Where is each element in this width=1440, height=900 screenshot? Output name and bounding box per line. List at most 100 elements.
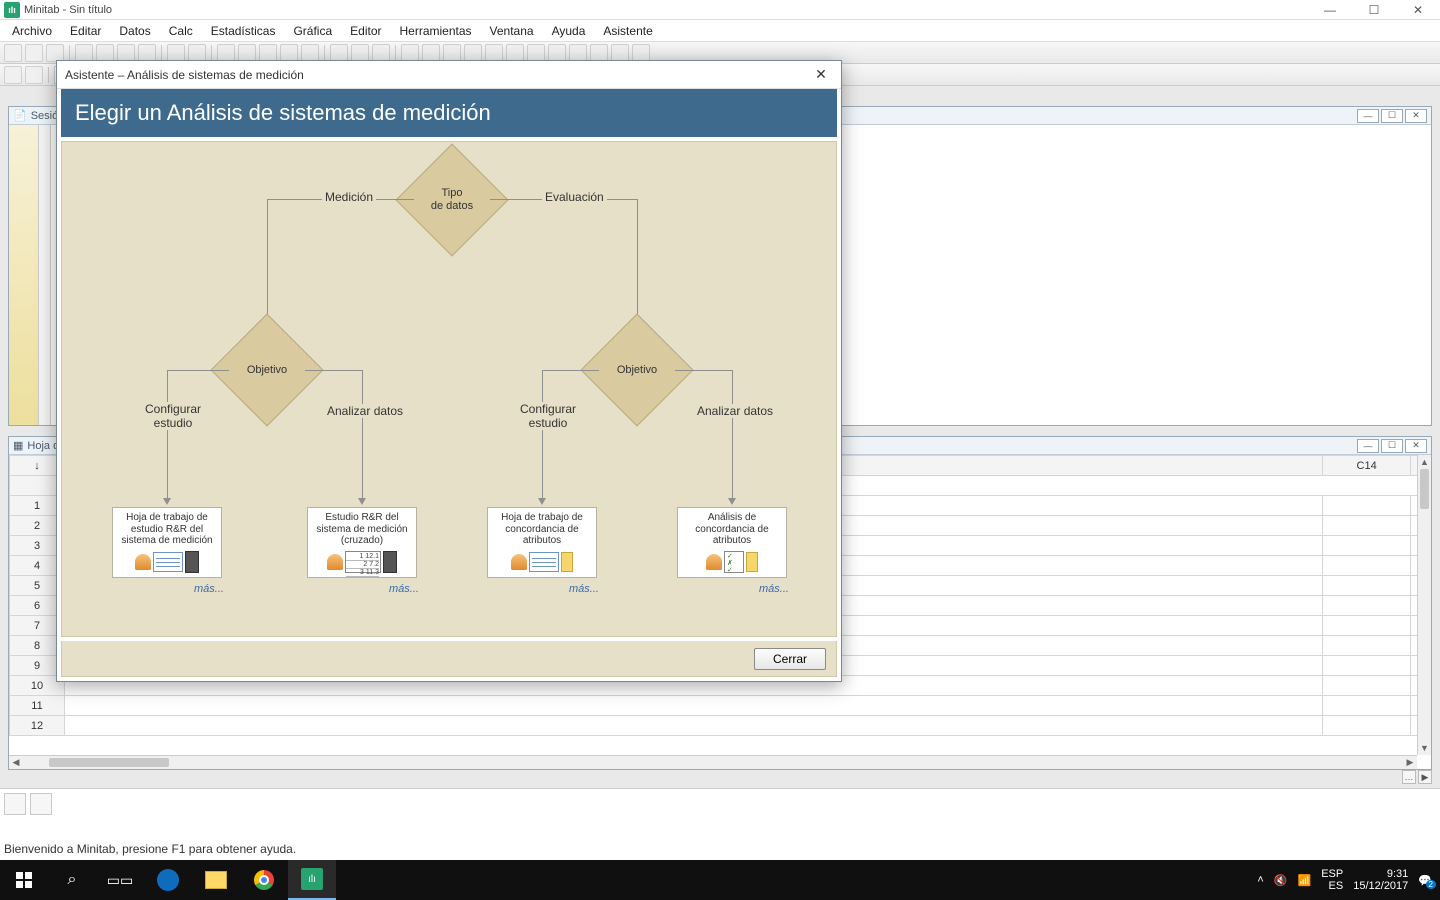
toolbar-button[interactable] — [4, 66, 22, 84]
sheet-icon — [153, 552, 183, 572]
toolbar-button[interactable] — [46, 44, 64, 62]
option-label: Hoja de trabajo de concordancia de atrib… — [492, 512, 592, 547]
toolbar-button[interactable] — [280, 44, 298, 62]
toolbar-button[interactable] — [138, 44, 156, 62]
menu-datos[interactable]: Datos — [111, 22, 158, 40]
menu-asistente[interactable]: Asistente — [595, 22, 660, 40]
menu-bar: Archivo Editar Datos Calc Estadísticas G… — [0, 20, 1440, 42]
diamond-objetivo-right: Objetivo — [597, 330, 677, 410]
menu-editar[interactable]: Editar — [62, 22, 109, 40]
toolbar-button[interactable] — [217, 44, 235, 62]
toolbar-button[interactable] — [238, 44, 256, 62]
sheet-nav[interactable]: …▶ — [1402, 770, 1432, 784]
taskbar-edge-icon[interactable] — [144, 860, 192, 900]
dialog-banner-text: Elegir un Análisis de sistemas de medici… — [75, 100, 491, 126]
worksheet-window-icon: ▦ — [13, 439, 23, 452]
option-label: Análisis de concordancia de atributos — [682, 512, 782, 547]
toolbar-button[interactable] — [611, 44, 629, 62]
session-gutter — [39, 125, 51, 425]
toolbar-button[interactable] — [569, 44, 587, 62]
person-icon — [327, 554, 343, 570]
session-close-button[interactable]: ✕ — [1405, 109, 1427, 123]
toolbar-button[interactable] — [443, 44, 461, 62]
clipboard-icon — [746, 552, 758, 572]
tray-language[interactable]: ESPES — [1321, 868, 1343, 892]
menu-calc[interactable]: Calc — [161, 22, 201, 40]
menu-herramientas[interactable]: Herramientas — [392, 22, 480, 40]
close-button[interactable]: ✕ — [1396, 0, 1440, 20]
option-rr-worksheet[interactable]: Hoja de trabajo de estudio R&R del siste… — [112, 507, 222, 578]
toolbar-button[interactable] — [301, 44, 319, 62]
menu-grafica[interactable]: Gráfica — [285, 22, 340, 40]
menu-ventana[interactable]: Ventana — [482, 22, 542, 40]
toolbar-button[interactable] — [422, 44, 440, 62]
menu-ayuda[interactable]: Ayuda — [544, 22, 594, 40]
sheet-icon — [529, 552, 559, 572]
more-link-3[interactable]: más... — [759, 583, 789, 595]
project-icon[interactable] — [4, 793, 26, 815]
tray-notifications-icon[interactable]: 💬2 — [1418, 874, 1432, 887]
toolbar-button[interactable] — [117, 44, 135, 62]
minimize-button[interactable]: — — [1308, 0, 1352, 20]
maximize-button[interactable]: ☐ — [1352, 0, 1396, 20]
worksheet-vscroll[interactable]: ▲▼ — [1417, 455, 1431, 755]
menu-archivo[interactable]: Archivo — [4, 22, 60, 40]
session-min-button[interactable]: — — [1357, 109, 1379, 123]
dialog-close-action-button[interactable]: Cerrar — [754, 648, 826, 670]
taskbar-minitab-icon[interactable]: ılı — [288, 860, 336, 900]
more-link-2[interactable]: más... — [569, 583, 599, 595]
toolbar-button[interactable] — [590, 44, 608, 62]
toolbar-button[interactable] — [259, 44, 277, 62]
toolbar-button[interactable] — [548, 44, 566, 62]
toolbar-button[interactable] — [527, 44, 545, 62]
system-tray[interactable]: ˄ 🔇 📶 ESPES 9:3115/12/2017 💬2 — [1257, 868, 1440, 892]
person-icon — [706, 554, 722, 570]
toolbar-button[interactable] — [96, 44, 114, 62]
project-icon[interactable] — [30, 793, 52, 815]
worksheet-close-button[interactable]: ✕ — [1405, 439, 1427, 453]
toolbar-button[interactable] — [401, 44, 419, 62]
more-link-0[interactable]: más... — [194, 583, 224, 595]
tray-chevron-icon[interactable]: ˄ — [1257, 874, 1263, 886]
dialog-close-button[interactable]: ✕ — [809, 65, 833, 85]
worksheet-max-button[interactable]: ☐ — [1381, 439, 1403, 453]
toolbar-button[interactable] — [372, 44, 390, 62]
menu-estadisticas[interactable]: Estadísticas — [203, 22, 284, 40]
toolbar-button[interactable] — [464, 44, 482, 62]
toolbar-button[interactable] — [632, 44, 650, 62]
taskbar-search-icon[interactable]: ⌕ — [48, 860, 96, 900]
worksheet-min-button[interactable]: — — [1357, 439, 1379, 453]
toolbar-button[interactable] — [25, 66, 43, 84]
toolbar-button[interactable] — [330, 44, 348, 62]
start-button[interactable] — [0, 860, 48, 900]
data-sheet-icon: 1 12.12 7.23 11.3 — [345, 551, 381, 573]
toolbar-button[interactable] — [506, 44, 524, 62]
row-header[interactable]: 12 — [10, 716, 65, 736]
tray-clock[interactable]: 9:3115/12/2017 — [1353, 868, 1408, 892]
dialog-title: Asistente – Análisis de sistemas de medi… — [65, 68, 304, 82]
menu-editor[interactable]: Editor — [342, 22, 389, 40]
taskbar-explorer-icon[interactable] — [192, 860, 240, 900]
toolbar-button[interactable] — [75, 44, 93, 62]
branch-medicion: Medición — [322, 190, 376, 204]
more-link-1[interactable]: más... — [389, 583, 419, 595]
toolbar-button[interactable] — [4, 44, 22, 62]
tray-network-icon[interactable]: 📶 — [1298, 874, 1312, 887]
taskbar-chrome-icon[interactable] — [240, 860, 288, 900]
toolbar-button[interactable] — [485, 44, 503, 62]
worksheet-hscroll[interactable]: ◀▶ — [9, 755, 1417, 769]
person-icon — [511, 554, 527, 570]
option-attr-analysis[interactable]: Análisis de concordancia de atributos — [677, 507, 787, 578]
option-rr-study[interactable]: Estudio R&R del sistema de medición (cru… — [307, 507, 417, 578]
session-max-button[interactable]: ☐ — [1381, 109, 1403, 123]
col-header[interactable]: C14 — [1322, 456, 1411, 476]
toolbar-button[interactable] — [351, 44, 369, 62]
toolbar-button[interactable] — [167, 44, 185, 62]
row-header[interactable]: 11 — [10, 696, 65, 716]
tray-volume-icon[interactable]: 🔇 — [1274, 874, 1288, 887]
taskbar-taskview-icon[interactable]: ▭▭ — [96, 860, 144, 900]
subbranch-configurar-left: Configurar estudio — [142, 402, 204, 430]
option-attr-worksheet[interactable]: Hoja de trabajo de concordancia de atrib… — [487, 507, 597, 578]
toolbar-button[interactable] — [25, 44, 43, 62]
toolbar-button[interactable] — [188, 44, 206, 62]
